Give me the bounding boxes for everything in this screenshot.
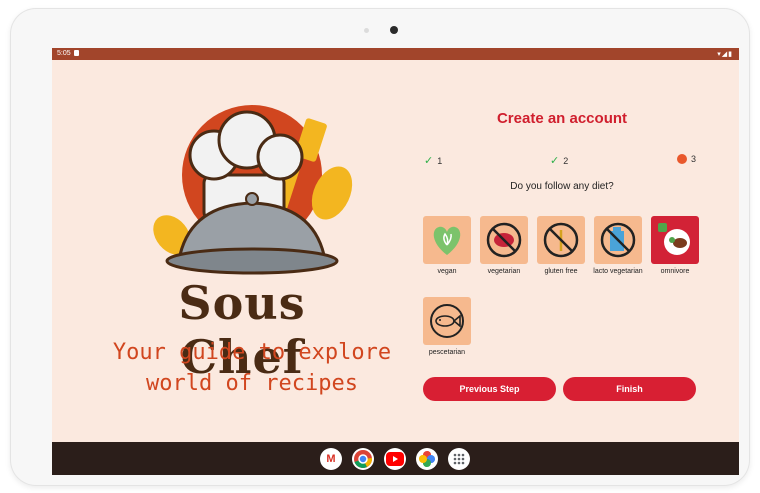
screen: 5:05 ▾◢▮ Sous Chef Your guide to explore… — [52, 48, 739, 475]
step-2: ✓ 2 — [550, 154, 568, 167]
omnivore-plate-icon — [658, 223, 690, 255]
diet-label: omnivore — [660, 268, 690, 275]
no-wheat-icon — [543, 222, 579, 258]
previous-step-button[interactable]: Previous Step — [423, 377, 556, 401]
diet-label: gluten free — [544, 268, 578, 275]
diet-question: Do you follow any diet? — [510, 181, 614, 192]
diet-label: pescetarian — [428, 349, 466, 356]
photos-icon[interactable] — [416, 448, 438, 470]
step-1: ✓ 1 — [424, 154, 442, 167]
diet-label: vegetarian — [487, 268, 521, 275]
app-dock: M — [320, 448, 470, 470]
check-icon: ✓ — [550, 155, 560, 167]
status-indicators: ▾◢▮ — [717, 51, 733, 58]
tablet-frame: 5:05 ▾◢▮ Sous Chef Your guide to explore… — [10, 8, 750, 486]
form-title: Create an account — [496, 110, 628, 127]
diet-option-omnivore[interactable] — [651, 216, 699, 264]
sous-chef-logo — [153, 105, 353, 275]
chrome-icon[interactable] — [352, 448, 374, 470]
no-meat-icon — [486, 222, 522, 258]
status-time: 5:05 — [57, 50, 71, 57]
front-camera — [390, 26, 398, 34]
finish-button[interactable]: Finish — [563, 377, 696, 401]
diet-option-vegetarian[interactable] — [480, 216, 528, 264]
tagline-line-1: Your guide to explore — [112, 340, 392, 365]
sensor-dot — [364, 28, 369, 33]
status-bar: 5:05 ▾◢▮ — [52, 48, 739, 60]
diet-option-vegan[interactable] — [423, 216, 471, 264]
step-3: 3 — [677, 154, 696, 164]
gmail-icon[interactable]: M — [320, 448, 342, 470]
apps-icon[interactable] — [448, 448, 470, 470]
lock-icon — [74, 50, 79, 56]
step-number: 1 — [437, 155, 443, 166]
navigation-bar: M — [52, 442, 739, 475]
diet-option-pescetarian[interactable] — [423, 297, 471, 345]
no-dairy-icon — [600, 222, 636, 258]
tagline-line-2: world of recipes — [146, 371, 358, 396]
step-number: 2 — [563, 155, 569, 166]
youtube-icon[interactable] — [384, 448, 406, 470]
fish-icon — [430, 304, 464, 338]
vegan-heart-icon — [433, 226, 461, 255]
diet-label: vegan — [437, 268, 457, 275]
diet-option-lacto-vegetarian[interactable] — [594, 216, 642, 264]
check-icon: ✓ — [424, 155, 434, 167]
diet-option-gluten-free[interactable] — [537, 216, 585, 264]
dot-icon — [677, 154, 687, 164]
step-number: 3 — [691, 154, 697, 164]
brand-title: Sous Chef — [178, 276, 306, 384]
diet-label: lacto vegetarian — [593, 268, 643, 275]
